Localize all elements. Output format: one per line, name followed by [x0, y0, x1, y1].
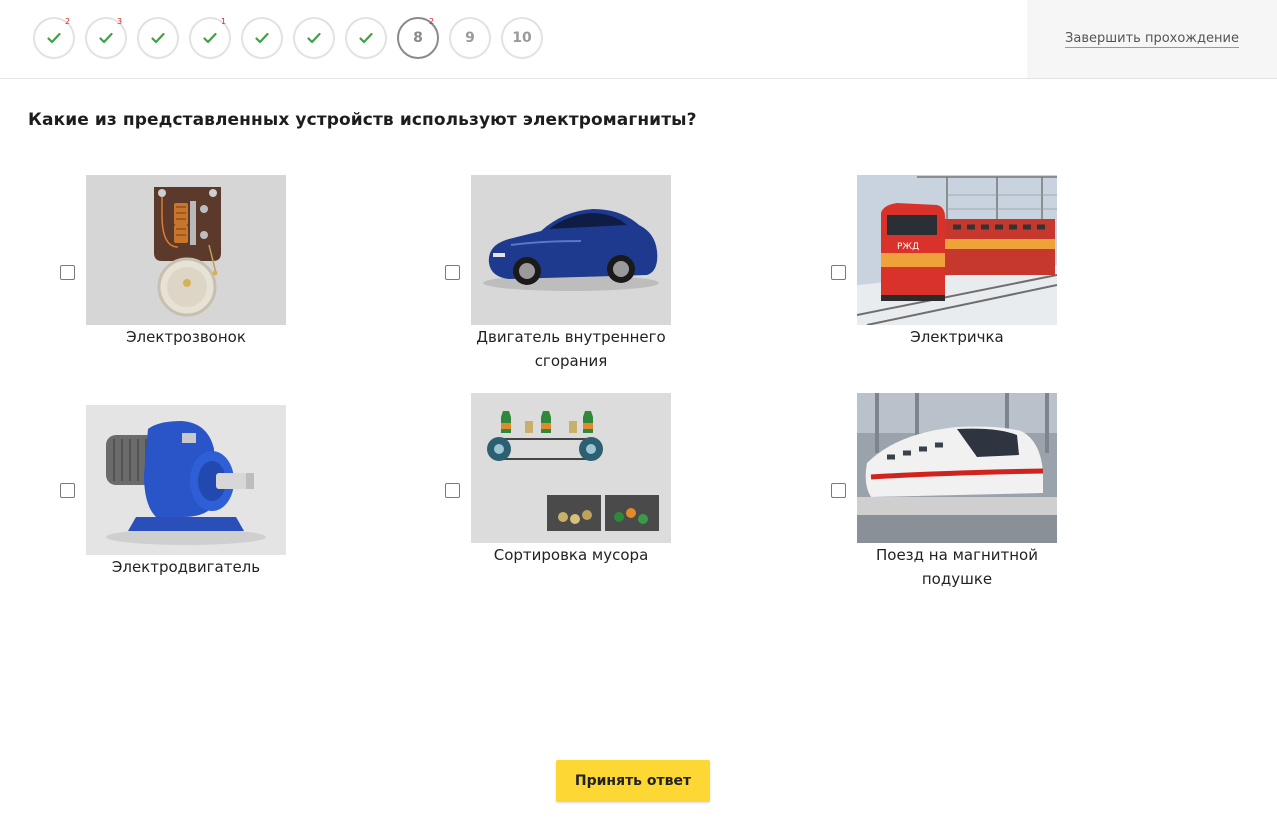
option-caption: Поезд на магнитной подушке — [876, 546, 1038, 588]
check-icon — [255, 32, 269, 44]
submit-answer-button[interactable]: Принять ответ — [556, 760, 710, 802]
option-caption: Электродвигатель — [111, 558, 261, 576]
step-number: 9 — [465, 30, 475, 46]
attempts-badge: 3 — [117, 17, 123, 26]
check-icon — [47, 32, 61, 44]
svg-text:РЖД: РЖД — [897, 242, 919, 252]
step-5-button[interactable] — [241, 17, 283, 59]
blue-electric-motor-image[interactable] — [86, 405, 286, 555]
option-caption: Сортировка мусора — [493, 546, 649, 564]
step-4-button[interactable]: 1 — [189, 17, 231, 59]
option-checkbox[interactable] — [831, 265, 846, 280]
check-icon — [307, 32, 321, 44]
option-checkbox[interactable] — [831, 483, 846, 498]
option-checkbox[interactable] — [60, 483, 75, 498]
option-checkbox[interactable] — [445, 265, 460, 280]
top-bar: 2 3 1 8 2 9 10 Завершить прохождение — [0, 0, 1277, 79]
step-number: 10 — [512, 30, 532, 46]
option-caption: Двигатель внутреннего сгорания — [476, 328, 666, 370]
step-10-button[interactable]: 10 — [501, 17, 543, 59]
finish-test-link[interactable]: Завершить прохождение — [1027, 31, 1277, 48]
step-2-button[interactable]: 3 — [85, 17, 127, 59]
electric-bell-image[interactable] — [86, 175, 286, 325]
check-icon — [359, 32, 373, 44]
finish-test-label: Завершить прохождение — [1065, 31, 1239, 48]
finish-panel: Завершить прохождение — [1027, 0, 1277, 78]
step-9-button[interactable]: 9 — [449, 17, 491, 59]
check-icon — [151, 32, 165, 44]
blue-sports-car-image[interactable] — [471, 175, 671, 325]
waste-sorting-conveyor-image[interactable] — [471, 393, 671, 543]
question-text: Какие из представленных устройств исполь… — [28, 110, 697, 130]
option-caption: Электричка — [910, 328, 1004, 346]
check-icon — [99, 32, 113, 44]
option-checkbox[interactable] — [445, 483, 460, 498]
attempts-badge: 1 — [221, 17, 227, 26]
step-1-button[interactable]: 2 — [33, 17, 75, 59]
attempts-badge: 2 — [429, 17, 435, 26]
check-icon — [203, 32, 217, 44]
step-6-button[interactable] — [293, 17, 335, 59]
step-3-button[interactable] — [137, 17, 179, 59]
red-electric-train-image[interactable]: РЖД — [857, 175, 1057, 325]
option-caption: Электрозвонок — [126, 328, 246, 346]
maglev-train-image[interactable] — [857, 393, 1057, 543]
step-8-button[interactable]: 8 2 — [397, 17, 439, 59]
attempts-badge: 2 — [65, 17, 71, 26]
option-checkbox[interactable] — [60, 265, 75, 280]
step-7-button[interactable] — [345, 17, 387, 59]
